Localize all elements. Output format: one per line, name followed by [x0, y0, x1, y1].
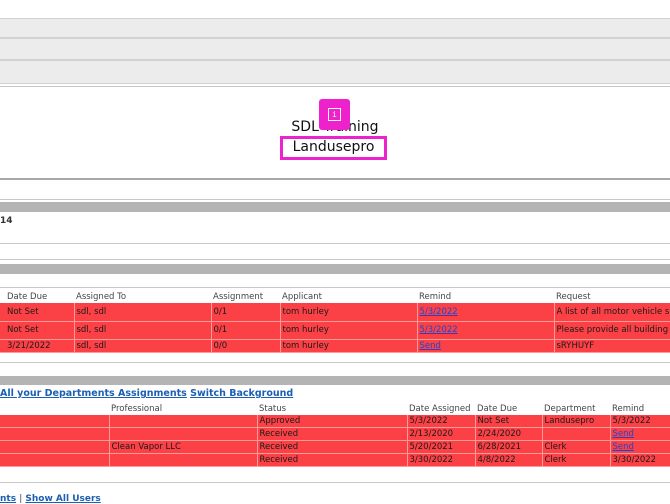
col-date-due: Date Due [477, 404, 518, 414]
table-row[interactable]: Received 2/13/2020 2/24/2020 Send [0, 427, 670, 441]
org-name-box[interactable]: Landusepro [280, 136, 387, 160]
col-professional: Professional [111, 404, 163, 414]
col-remind: Remind [612, 404, 645, 414]
section-header-bar-1 [0, 202, 670, 212]
divider-6 [0, 482, 670, 483]
divider-5 [0, 362, 670, 363]
assignments-header-row: Professional Status Date Assigned Date D… [0, 403, 670, 415]
col-department: Department [544, 404, 596, 414]
col-remind: Remind [419, 292, 452, 302]
all-assignments-link[interactable]: All your Departments Assignments [0, 388, 187, 399]
table-row[interactable]: 3/21/2022 sdl, sdl 0/0 tom hurley Send s… [0, 339, 670, 353]
info-icon: i [328, 108, 341, 121]
table-row[interactable]: Received 3/30/2022 4/8/2022 Clerk 3/30/2… [0, 453, 670, 467]
col-status: Status [259, 404, 287, 414]
table-row[interactable]: Clean Vapor LLC Received 5/20/2021 6/28/… [0, 440, 670, 454]
top-band-2 [0, 38, 670, 60]
footer-link-1[interactable]: nts [0, 494, 16, 504]
remind-link[interactable]: Send [610, 440, 670, 454]
remind-link[interactable]: Send [610, 427, 670, 441]
requests-header-row: Date Due Assigned To Assignment Applican… [0, 291, 670, 303]
top-band-3 [0, 60, 670, 84]
footer-separator: | [19, 494, 23, 504]
section-count: 14 [0, 216, 13, 226]
requests-table: Date Due Assigned To Assignment Applican… [0, 291, 670, 353]
switch-background-link[interactable]: Switch Background [190, 388, 293, 399]
col-applicant: Applicant [282, 292, 322, 302]
divider-4 [0, 287, 670, 288]
table-row[interactable]: Not Set sdl, sdl 0/1 tom hurley 5/3/2022… [0, 303, 670, 322]
divider-2 [0, 243, 670, 244]
divider-1 [0, 199, 670, 200]
col-assigned-to: Assigned To [76, 292, 127, 302]
remind-link[interactable]: 5/3/2022 [417, 321, 555, 340]
footer-links: nts | Show All Users [0, 494, 101, 504]
remind-link[interactable]: Send [417, 339, 555, 353]
table-row[interactable]: Approved 5/3/2022 Not Set Landusepro 5/3… [0, 415, 670, 428]
show-all-users-link[interactable]: Show All Users [25, 494, 100, 504]
col-date-due: Date Due [7, 292, 48, 302]
assignments-table: Professional Status Date Assigned Date D… [0, 403, 670, 467]
assignments-subnav: All your Departments Assignments Switch … [0, 388, 293, 399]
col-request: Request [556, 292, 591, 302]
top-band-1 [0, 18, 670, 38]
info-badge[interactable]: i [319, 99, 350, 130]
col-assignment: Assignment [213, 292, 264, 302]
section-header-bar-2 [0, 264, 670, 274]
divider-3 [0, 259, 670, 260]
col-date-assigned: Date Assigned [409, 404, 471, 414]
table-row[interactable]: Not Set sdl, sdl 0/1 tom hurley 5/3/2022… [0, 321, 670, 340]
remind-link[interactable]: 5/3/2022 [417, 303, 555, 322]
section-header-bar-3 [0, 376, 670, 385]
